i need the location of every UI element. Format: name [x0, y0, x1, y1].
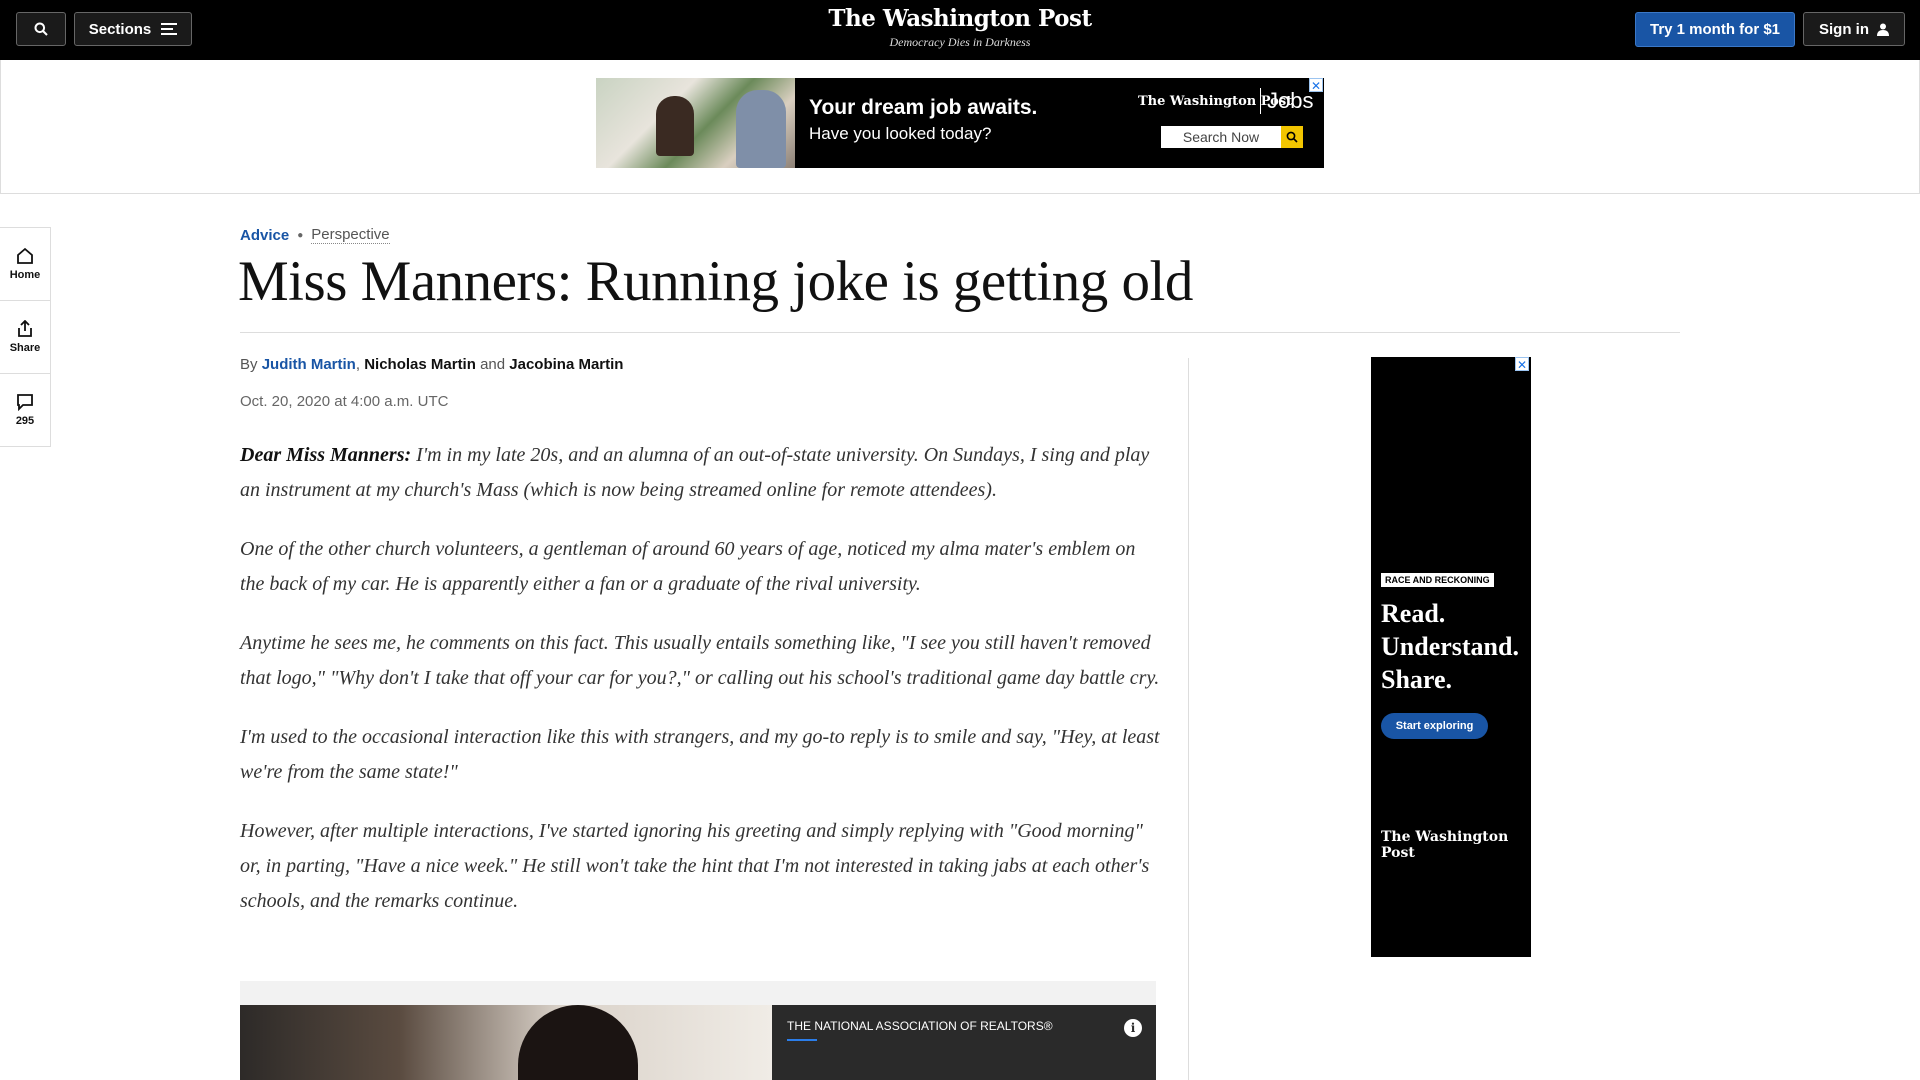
inline-video-ad[interactable]: THE NATIONAL ASSOCIATION OF REALTORS® i	[240, 1005, 1156, 1080]
ad-close-icon[interactable]: ✕	[1309, 78, 1323, 93]
ad-subline: Have you looked today?	[809, 124, 992, 143]
comments-count: 295	[15, 415, 35, 427]
inline-ad-panel: THE NATIONAL ASSOCIATION OF REALTORS® i	[772, 1005, 1156, 1080]
subscribe-button[interactable]: Try 1 month for $1	[1635, 12, 1795, 47]
byline-and: and	[480, 356, 506, 373]
info-icon[interactable]: i	[1124, 1019, 1142, 1037]
menu-icon	[161, 23, 178, 35]
publish-date: Oct. 20, 2020 at 4:00 a.m. UTC	[240, 393, 449, 410]
byline-prefix: By	[240, 356, 258, 373]
ad-search-button[interactable]	[1281, 126, 1303, 148]
sign-in-button[interactable]: Sign in	[1803, 12, 1905, 46]
ad-headline: Your dream job awaits.	[809, 96, 1038, 119]
site-logo[interactable]: The Washington Post	[760, 4, 1160, 34]
section-link[interactable]: Advice	[240, 227, 289, 244]
article-headline: Miss Manners: Running joke is getting ol…	[238, 250, 1193, 313]
byline: By Judith Martin, Nicholas Martin and Ja…	[240, 356, 623, 373]
paragraph-3: Anytime he sees me, he comments on this …	[240, 632, 1160, 689]
ad-slogan: Read. Understand. Share.	[1381, 597, 1519, 696]
slogan-line-2: Understand.	[1381, 632, 1519, 661]
search-icon	[34, 22, 48, 36]
inline-ad-image	[240, 1005, 772, 1080]
ad-logo: The Washington Post	[1381, 829, 1509, 861]
ad-brand-suffix: Jobs	[1260, 88, 1313, 114]
share-button[interactable]: Share	[0, 301, 50, 374]
start-exploring-button[interactable]: Start exploring	[1381, 713, 1488, 739]
comment-icon	[17, 394, 33, 411]
author-link-judith[interactable]: Judith Martin	[262, 356, 356, 373]
author-jacobina: Jacobina Martin	[509, 356, 624, 373]
headline-divider	[240, 332, 1680, 333]
left-action-rail: Home Share 295	[0, 227, 51, 447]
author-nicholas: Nicholas Martin	[364, 356, 476, 373]
sign-in-label: Sign in	[1819, 20, 1869, 38]
home-icon	[17, 247, 33, 264]
side-ad-close-icon[interactable]: ✕	[1515, 357, 1529, 372]
top-banner-ad[interactable]: Your dream job awaits. Have you looked t…	[596, 78, 1324, 168]
letter-salutation: Dear Miss Manners:	[240, 444, 412, 466]
article-kicker: Advice ● Perspective	[240, 226, 390, 244]
user-icon	[1877, 23, 1889, 36]
share-label: Share	[9, 342, 41, 354]
home-label: Home	[9, 269, 41, 281]
column-divider	[1188, 358, 1189, 1080]
ad-sponsor-label: THE NATIONAL ASSOCIATION OF REALTORS®	[787, 1019, 1053, 1033]
paragraph-5: However, after multiple interactions, I'…	[240, 820, 1150, 912]
perspective-label[interactable]: Perspective	[311, 226, 390, 244]
sponsor-underline	[787, 1039, 817, 1041]
masthead[interactable]: The Washington Post Democracy Dies in Da…	[760, 4, 1160, 50]
ad-search-box[interactable]: Search Now	[1161, 126, 1281, 148]
slogan-line-1: Read.	[1381, 599, 1446, 628]
comments-button[interactable]: 295	[0, 374, 50, 446]
side-skyscraper-ad[interactable]: RACE AND RECKONING Read. Understand. Sha…	[1371, 357, 1531, 957]
home-button[interactable]: Home	[0, 228, 50, 301]
share-icon	[18, 320, 32, 337]
site-tagline: Democracy Dies in Darkness	[889, 35, 1031, 49]
ad-badge: RACE AND RECKONING	[1381, 573, 1494, 587]
article-body: Dear Miss Manners: I'm in my late 20s, a…	[240, 438, 1160, 943]
search-button[interactable]	[16, 12, 66, 46]
byline-comma: ,	[355, 356, 361, 373]
ad-photo	[596, 78, 795, 168]
slogan-line-3: Share.	[1381, 665, 1453, 694]
kicker-separator: ●	[297, 229, 304, 241]
top-navigation-bar: Sections The Washington Post Democracy D…	[0, 0, 1920, 60]
paragraph-1: Dear Miss Manners: I'm in my late 20s, a…	[240, 438, 1160, 508]
paragraph-4: I'm used to the occasional interaction l…	[240, 726, 1160, 783]
sections-label: Sections	[88, 20, 152, 38]
search-icon	[1286, 131, 1298, 143]
sections-menu-button[interactable]: Sections	[74, 12, 192, 46]
paragraph-2: One of the other church volunteers, a ge…	[240, 538, 1136, 595]
